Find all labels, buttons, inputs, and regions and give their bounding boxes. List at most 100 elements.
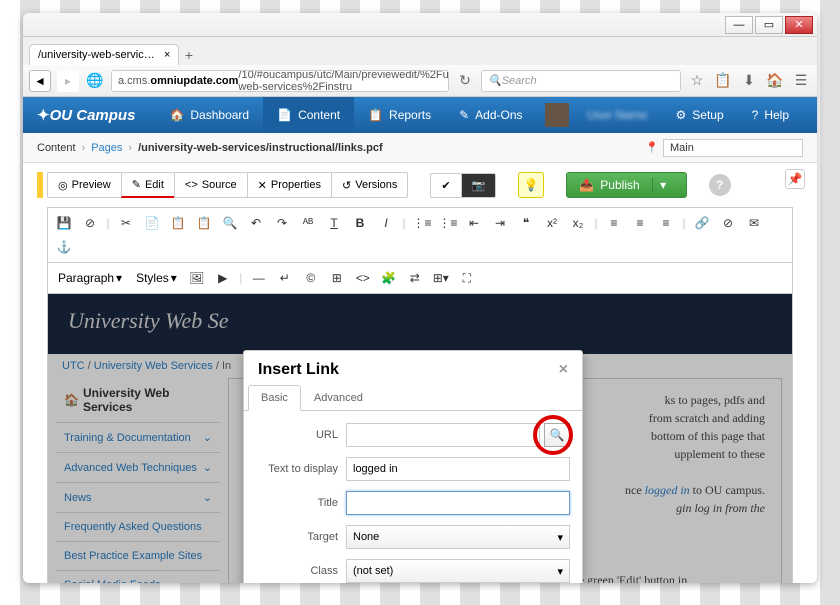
preview-button[interactable]: ◎ Preview xyxy=(47,172,122,198)
quote-icon[interactable]: ❝ xyxy=(514,212,538,234)
versions-button[interactable]: ↺ Versions xyxy=(331,172,408,198)
window-close[interactable]: ✕ xyxy=(785,16,813,34)
checkout-indicator xyxy=(37,172,43,198)
text-input[interactable] xyxy=(346,457,570,481)
nav-reports[interactable]: 📋 Reports xyxy=(354,97,445,133)
snippet-icon[interactable]: 🧩 xyxy=(377,267,401,289)
asset-icon[interactable]: ⇄ xyxy=(403,267,427,289)
source-button[interactable]: <> Source xyxy=(174,172,248,198)
home-icon[interactable]: 🏠 xyxy=(765,71,785,91)
copy-icon[interactable]: 📄 xyxy=(140,212,164,234)
window-minimize[interactable]: — xyxy=(725,16,753,34)
site-select[interactable]: Main xyxy=(663,139,803,157)
title-input[interactable] xyxy=(346,491,570,515)
ul-icon[interactable]: ⋮≡ xyxy=(410,212,434,234)
back-button[interactable]: ◄ xyxy=(29,70,51,92)
undo-icon[interactable]: ↶ xyxy=(244,212,268,234)
anchor-icon[interactable]: ⚓ xyxy=(52,236,76,258)
cut-icon[interactable]: ✂ xyxy=(114,212,138,234)
pin-icon[interactable]: 📌 xyxy=(785,169,805,189)
window-maximize[interactable]: ▭ xyxy=(755,16,783,34)
editor-content[interactable]: University Web Se UTC / University Web S… xyxy=(48,294,792,583)
checkin-button[interactable]: 💡 xyxy=(518,172,544,198)
tab-advanced[interactable]: Advanced xyxy=(301,385,376,411)
unlink-icon[interactable]: ⊘ xyxy=(716,212,740,234)
align-right-icon[interactable]: ≡ xyxy=(654,212,678,234)
tab-close-icon[interactable]: × xyxy=(164,49,170,61)
location-icon: 📍 xyxy=(645,141,659,154)
mail-icon[interactable]: ✉ xyxy=(742,212,766,234)
class-select[interactable]: (not set)▾ xyxy=(346,559,570,583)
fullscreen-icon[interactable]: ⛶ xyxy=(455,267,479,289)
tab-basic[interactable]: Basic xyxy=(248,385,301,411)
avatar[interactable] xyxy=(545,103,569,127)
download-icon[interactable]: ⬇ xyxy=(739,71,759,91)
star-icon[interactable]: ☆ xyxy=(687,71,707,91)
reload-icon[interactable]: ↻ xyxy=(455,71,475,91)
publish-button[interactable]: 📤 Publish▾ xyxy=(566,172,686,198)
clear-format-icon[interactable]: T xyxy=(322,212,346,234)
globe-icon: 🌐 xyxy=(85,71,105,91)
url-label: URL xyxy=(256,429,346,441)
sub-icon[interactable]: x₂ xyxy=(566,212,590,234)
media-icon[interactable]: ▶ xyxy=(211,267,235,289)
browser-tab[interactable]: /university-web-services/i... × xyxy=(29,44,179,65)
redo-icon[interactable]: ↷ xyxy=(270,212,294,234)
link-icon[interactable]: 🔗 xyxy=(690,212,714,234)
align-center-icon[interactable]: ≡ xyxy=(628,212,652,234)
nav-dashboard[interactable]: 🏠 Dashboard xyxy=(155,97,263,133)
dialog-close-icon[interactable]: × xyxy=(559,361,568,379)
url-input[interactable] xyxy=(346,423,540,447)
title-label: Title xyxy=(256,497,346,509)
logo: ✦OU Campus xyxy=(37,106,135,124)
menu-icon[interactable]: ☰ xyxy=(791,71,811,91)
forward-button[interactable]: ▸ xyxy=(57,70,79,92)
class-label: Class xyxy=(256,565,346,577)
italic-icon[interactable]: I xyxy=(374,212,398,234)
nav-help[interactable]: ? Help xyxy=(738,97,803,133)
nav-setup[interactable]: ⚙ Setup xyxy=(662,97,738,133)
cleanup-icon[interactable]: ⊞ xyxy=(325,267,349,289)
target-label: Target xyxy=(256,531,346,543)
insert-link-dialog: Insert Link × Basic Advanced URL xyxy=(243,350,583,583)
super-icon[interactable]: x² xyxy=(540,212,564,234)
ol-icon[interactable]: ⋮≡ xyxy=(436,212,460,234)
breadcrumb: Content› Pages› /university-web-services… xyxy=(23,133,817,163)
table-icon[interactable]: ⊞▾ xyxy=(429,267,453,289)
properties-button[interactable]: ✕ Properties xyxy=(247,172,332,198)
find-icon[interactable]: 🔍 xyxy=(218,212,242,234)
break-icon[interactable]: ↵ xyxy=(273,267,297,289)
char-icon[interactable]: © xyxy=(299,267,323,289)
editor-toolbar: 💾 ⊘ | ✂ 📄 📋 📋 🔍 ↶ ↷ ᴬᴮ T B I | ⋮≡ ⋮≡ ⇤ ⇥… xyxy=(48,208,792,263)
styles-select[interactable]: Styles ▾ xyxy=(130,267,183,289)
bold-icon[interactable]: B xyxy=(348,212,372,234)
breadcrumb-pages[interactable]: Pages xyxy=(91,142,122,154)
align-left-icon[interactable]: ≡ xyxy=(602,212,626,234)
image-icon[interactable]: 🖼 xyxy=(185,267,209,289)
paragraph-select[interactable]: Paragraph ▾ xyxy=(52,267,128,289)
paste-icon[interactable]: 📋 xyxy=(166,212,190,234)
indent-icon[interactable]: ⇥ xyxy=(488,212,512,234)
hr-icon[interactable]: — xyxy=(247,267,271,289)
target-select[interactable]: None▾ xyxy=(346,525,570,549)
text-label: Text to display xyxy=(256,463,346,475)
publish-dropdown[interactable]: ▾ xyxy=(652,178,674,192)
nav-content[interactable]: 📄 Content xyxy=(263,97,354,133)
dialog-title: Insert Link xyxy=(258,361,339,379)
edit-button[interactable]: ✎ Edit xyxy=(121,172,175,198)
help-icon[interactable]: ? xyxy=(709,174,731,196)
save-as-button[interactable]: 📷 xyxy=(461,173,497,198)
url-input[interactable]: a.cms.omniupdate.com/10/#oucampus/utc/Ma… xyxy=(111,70,449,92)
html-icon[interactable]: <> xyxy=(351,267,375,289)
user-menu[interactable]: User Name xyxy=(573,97,662,133)
paste-text-icon[interactable]: 📋 xyxy=(192,212,216,234)
save-button[interactable]: ✔ xyxy=(430,173,461,198)
nav-addons[interactable]: ✎ Add-Ons xyxy=(445,97,536,133)
save-icon[interactable]: 💾 xyxy=(52,212,76,234)
spellcheck-icon[interactable]: ᴬᴮ xyxy=(296,212,320,234)
new-tab-button[interactable]: + xyxy=(179,45,199,65)
cancel-icon[interactable]: ⊘ xyxy=(78,212,102,234)
clipboard-icon[interactable]: 📋 xyxy=(713,71,733,91)
search-input[interactable]: 🔍 Search xyxy=(481,70,681,92)
outdent-icon[interactable]: ⇤ xyxy=(462,212,486,234)
